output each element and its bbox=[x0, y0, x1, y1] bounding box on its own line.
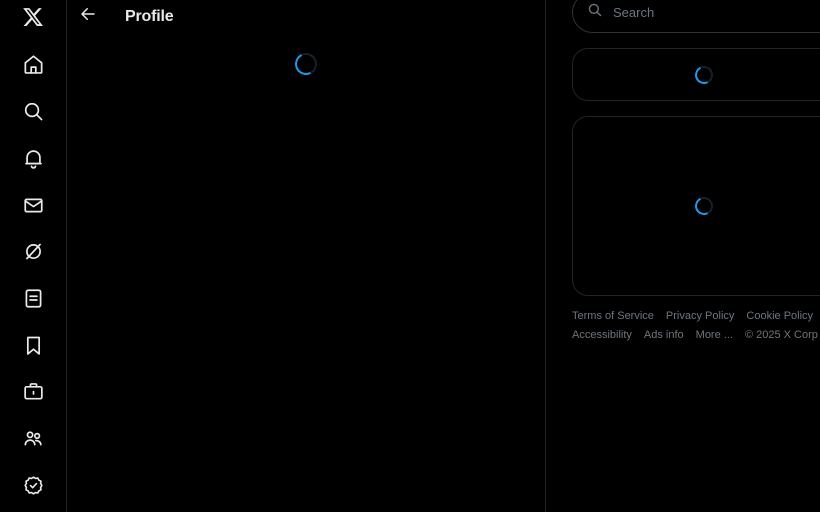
nav-item-x-logo[interactable] bbox=[13, 0, 53, 37]
nav-item-messages[interactable] bbox=[13, 185, 53, 225]
envelope-icon bbox=[22, 194, 45, 217]
grok-icon bbox=[22, 240, 45, 263]
nav-item-home[interactable] bbox=[13, 44, 53, 84]
footer-link-more[interactable]: More ... bbox=[696, 327, 733, 343]
footer-link-cookie-policy[interactable]: Cookie Policy bbox=[746, 308, 813, 324]
footer-link-terms-of-service[interactable]: Terms of Service bbox=[572, 308, 654, 324]
search-bar[interactable] bbox=[572, 0, 820, 33]
bookmark-icon bbox=[22, 334, 45, 357]
footer-link-privacy-policy[interactable]: Privacy Policy bbox=[666, 308, 734, 324]
search-box[interactable] bbox=[572, 0, 820, 33]
nav-item-lists[interactable] bbox=[13, 278, 53, 318]
card-loading-spinner bbox=[692, 63, 715, 86]
nav-item-explore[interactable] bbox=[13, 91, 53, 131]
primary-navigation-rail bbox=[0, 0, 67, 512]
home-icon bbox=[22, 53, 45, 76]
arrow-left-icon bbox=[79, 5, 97, 28]
communities-icon bbox=[22, 427, 45, 450]
sidebar-card-loading-2 bbox=[572, 116, 820, 296]
sidebar-footer: Terms of Service Privacy Policy Cookie P… bbox=[572, 308, 820, 343]
nav-item-notifications[interactable] bbox=[13, 138, 53, 178]
x-logo-icon bbox=[22, 6, 44, 28]
bell-icon bbox=[22, 147, 45, 170]
search-icon bbox=[22, 100, 45, 123]
search-input[interactable] bbox=[613, 5, 820, 20]
sidebar-card-loading-1 bbox=[572, 48, 820, 101]
right-sidebar: Terms of Service Privacy Policy Cookie P… bbox=[546, 0, 820, 512]
footer-link-ads-info[interactable]: Ads info bbox=[644, 327, 684, 343]
briefcase-icon bbox=[22, 380, 45, 403]
footer-link-accessibility[interactable]: Accessibility bbox=[572, 327, 632, 343]
profile-header: Profile bbox=[67, 0, 545, 33]
main-loading-spinner bbox=[292, 50, 320, 78]
nav-item-bookmarks[interactable] bbox=[13, 325, 53, 365]
nav-item-grok[interactable] bbox=[13, 231, 53, 271]
main-content-column: Profile bbox=[67, 0, 546, 512]
nav-item-premium[interactable] bbox=[13, 465, 53, 505]
x-app-root: Profile Search Terms of Service Privacy … bbox=[0, 0, 820, 512]
card-loading-spinner bbox=[692, 194, 715, 218]
nav-item-jobs[interactable] bbox=[13, 371, 53, 411]
search-icon bbox=[587, 2, 603, 23]
nav-item-communities[interactable] bbox=[13, 418, 53, 458]
profile-body bbox=[67, 33, 545, 512]
verified-badge-icon bbox=[22, 474, 45, 497]
footer-copyright: © 2025 X Corp bbox=[744, 329, 818, 341]
page-title: Profile bbox=[125, 7, 174, 25]
lists-icon bbox=[22, 287, 45, 310]
back-button[interactable] bbox=[72, 1, 104, 33]
